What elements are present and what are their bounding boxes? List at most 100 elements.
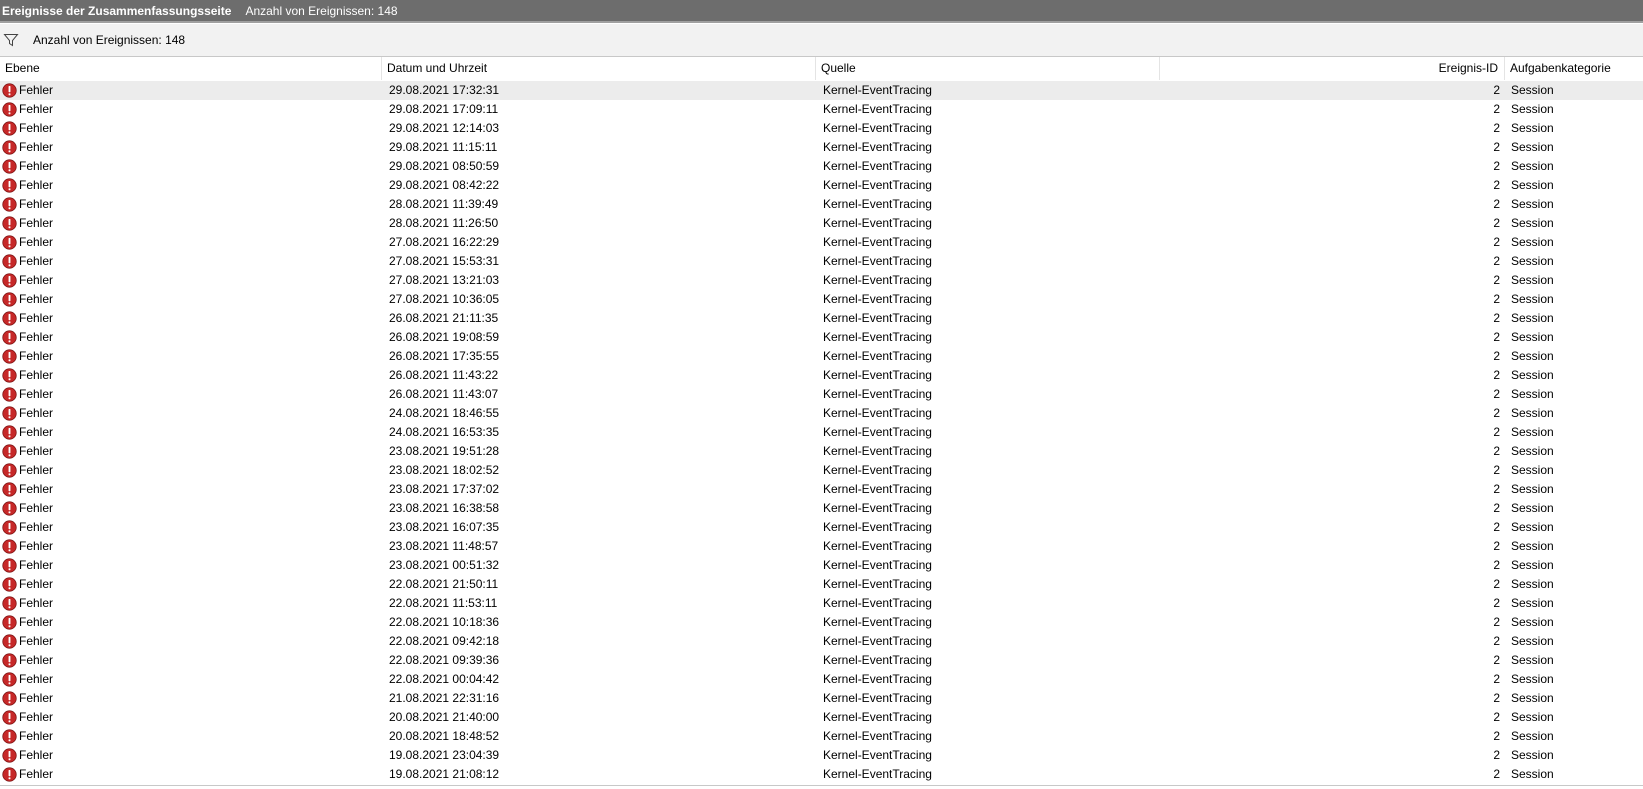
error-icon — [2, 273, 17, 288]
table-row[interactable]: Fehler 23.08.2021 16:07:35 Kernel-EventTra… — [0, 518, 1643, 537]
category-cell: Session — [1511, 577, 1554, 591]
category-cell: Session — [1511, 691, 1554, 705]
table-row[interactable]: Fehler 26.08.2021 11:43:07 Kernel-EventTra… — [0, 385, 1643, 404]
table-row[interactable]: Fehler 22.08.2021 09:39:36 Kernel-EventTra… — [0, 651, 1643, 670]
table-row[interactable]: Fehler 27.08.2021 15:53:31 Kernel-EventTra… — [0, 252, 1643, 271]
table-row[interactable]: Fehler 23.08.2021 18:02:52 Kernel-EventTra… — [0, 461, 1643, 480]
category-cell: Session — [1511, 330, 1554, 344]
column-header-level[interactable]: Ebene — [0, 57, 382, 80]
datetime-cell: 26.08.2021 11:43:07 — [389, 387, 499, 401]
error-icon — [2, 254, 17, 269]
table-row[interactable]: Fehler 22.08.2021 10:18:36 Kernel-EventTra… — [0, 613, 1643, 632]
datetime-cell: 26.08.2021 21:11:35 — [389, 311, 499, 325]
error-icon — [2, 330, 17, 345]
level-cell: Fehler — [2, 423, 382, 442]
table-row[interactable]: Fehler 23.08.2021 00:51:32 Kernel-EventTra… — [0, 556, 1643, 575]
summary-title-bar: Ereignisse der Zusammenfassungsseite Anz… — [0, 0, 1643, 21]
level-text: Fehler — [19, 634, 54, 648]
column-header-category[interactable]: Aufgabenkategorie — [1505, 57, 1643, 80]
datetime-cell: 29.08.2021 17:32:31 — [389, 83, 500, 97]
category-cell: Session — [1511, 197, 1554, 211]
table-row[interactable]: Fehler 26.08.2021 19:08:59 Kernel-EventTra… — [0, 328, 1643, 347]
source-cell: Kernel-EventTracing — [823, 197, 932, 211]
table-row[interactable]: Fehler 23.08.2021 16:38:58 Kernel-EventTra… — [0, 499, 1643, 518]
error-icon — [2, 159, 17, 174]
event-id-cell: 2 — [1493, 615, 1500, 629]
category-cell: Session — [1511, 634, 1554, 648]
table-row[interactable]: Fehler 19.08.2021 21:08:12 Kernel-EventTra… — [0, 765, 1643, 784]
column-header-datetime[interactable]: Datum und Uhrzeit — [382, 57, 816, 80]
event-id-cell: 2 — [1493, 558, 1500, 572]
table-row[interactable]: Fehler 29.08.2021 17:32:31 Kernel-EventTra… — [0, 81, 1643, 100]
column-header-source[interactable]: Quelle — [816, 57, 1160, 80]
table-row[interactable]: Fehler 29.08.2021 11:15:11 Kernel-EventTra… — [0, 138, 1643, 157]
table-row[interactable]: Fehler 29.08.2021 08:42:22 Kernel-EventTra… — [0, 176, 1643, 195]
category-cell: Session — [1511, 216, 1554, 230]
error-icon — [2, 520, 17, 535]
level-cell: Fehler — [2, 195, 382, 214]
level-text: Fehler — [19, 292, 54, 306]
table-row[interactable]: Fehler 27.08.2021 10:36:05 Kernel-EventTra… — [0, 290, 1643, 309]
source-cell: Kernel-EventTracing — [823, 235, 932, 249]
source-cell: Kernel-EventTracing — [823, 520, 932, 534]
table-row[interactable]: Fehler 28.08.2021 11:39:49 Kernel-EventTra… — [0, 195, 1643, 214]
level-cell: Fehler — [2, 176, 382, 195]
category-cell: Session — [1511, 121, 1554, 135]
category-cell: Session — [1511, 178, 1554, 192]
level-text: Fehler — [19, 368, 54, 382]
category-cell: Session — [1511, 83, 1554, 97]
filter-icon[interactable] — [3, 32, 19, 48]
level-cell: Fehler — [2, 689, 382, 708]
datetime-cell: 22.08.2021 21:50:11 — [389, 577, 499, 591]
event-id-cell: 2 — [1493, 729, 1500, 743]
source-cell: Kernel-EventTracing — [823, 653, 932, 667]
table-row[interactable]: Fehler 29.08.2021 08:50:59 Kernel-EventTra… — [0, 157, 1643, 176]
level-text: Fehler — [19, 216, 54, 230]
table-row[interactable]: Fehler 22.08.2021 00:04:42 Kernel-EventTra… — [0, 670, 1643, 689]
category-cell: Session — [1511, 235, 1554, 249]
table-row[interactable]: Fehler 23.08.2021 19:51:28 Kernel-EventTra… — [0, 442, 1643, 461]
level-cell: Fehler — [2, 651, 382, 670]
datetime-cell: 24.08.2021 16:53:35 — [389, 425, 500, 439]
datetime-cell: 21.08.2021 22:31:16 — [389, 691, 500, 705]
level-cell: Fehler — [2, 746, 382, 765]
source-cell: Kernel-EventTracing — [823, 482, 932, 496]
table-row[interactable]: Fehler 26.08.2021 21:11:35 Kernel-EventTra… — [0, 309, 1643, 328]
table-row[interactable]: Fehler 20.08.2021 21:40:00 Kernel-EventTra… — [0, 708, 1643, 727]
level-cell: Fehler — [2, 328, 382, 347]
table-row[interactable]: Fehler 24.08.2021 18:46:55 Kernel-EventTra… — [0, 404, 1643, 423]
datetime-cell: 23.08.2021 11:48:57 — [389, 539, 499, 553]
datetime-cell: 27.08.2021 13:21:03 — [389, 273, 500, 287]
table-row[interactable]: Fehler 22.08.2021 21:50:11 Kernel-EventTra… — [0, 575, 1643, 594]
column-header-event-id[interactable]: Ereignis-ID — [1160, 57, 1505, 80]
table-row[interactable]: Fehler 22.08.2021 09:42:18 Kernel-EventTra… — [0, 632, 1643, 651]
table-row[interactable]: Fehler 21.08.2021 22:31:16 Kernel-EventTra… — [0, 689, 1643, 708]
level-cell: Fehler — [2, 81, 382, 100]
source-cell: Kernel-EventTracing — [823, 83, 932, 97]
table-row[interactable]: Fehler 28.08.2021 11:26:50 Kernel-EventTra… — [0, 214, 1643, 233]
table-row[interactable]: Fehler 29.08.2021 12:14:03 Kernel-EventTra… — [0, 119, 1643, 138]
error-icon — [2, 672, 17, 687]
source-cell: Kernel-EventTracing — [823, 748, 932, 762]
table-row[interactable]: Fehler 26.08.2021 11:43:22 Kernel-EventTra… — [0, 366, 1643, 385]
table-row[interactable]: Fehler 24.08.2021 16:53:35 Kernel-EventTra… — [0, 423, 1643, 442]
event-id-cell: 2 — [1493, 748, 1500, 762]
table-row[interactable]: Fehler 27.08.2021 16:22:29 Kernel-EventTra… — [0, 233, 1643, 252]
source-cell: Kernel-EventTracing — [823, 710, 932, 724]
source-cell: Kernel-EventTracing — [823, 729, 932, 743]
event-id-cell: 2 — [1493, 140, 1500, 154]
table-row[interactable]: Fehler 23.08.2021 11:48:57 Kernel-EventTra… — [0, 537, 1643, 556]
level-cell: Fehler — [2, 366, 382, 385]
source-cell: Kernel-EventTracing — [823, 558, 932, 572]
table-row[interactable]: Fehler 26.08.2021 17:35:55 Kernel-EventTra… — [0, 347, 1643, 366]
level-text: Fehler — [19, 691, 54, 705]
table-row[interactable]: Fehler 22.08.2021 11:53:11 Kernel-EventTra… — [0, 594, 1643, 613]
table-row[interactable]: Fehler 23.08.2021 17:37:02 Kernel-EventTra… — [0, 480, 1643, 499]
error-icon — [2, 444, 17, 459]
category-cell: Session — [1511, 710, 1554, 724]
table-row[interactable]: Fehler 20.08.2021 18:48:52 Kernel-EventTra… — [0, 727, 1643, 746]
category-cell: Session — [1511, 748, 1554, 762]
table-row[interactable]: Fehler 19.08.2021 23:04:39 Kernel-EventTra… — [0, 746, 1643, 765]
table-row[interactable]: Fehler 29.08.2021 17:09:11 Kernel-EventTra… — [0, 100, 1643, 119]
table-row[interactable]: Fehler 27.08.2021 13:21:03 Kernel-EventTra… — [0, 271, 1643, 290]
